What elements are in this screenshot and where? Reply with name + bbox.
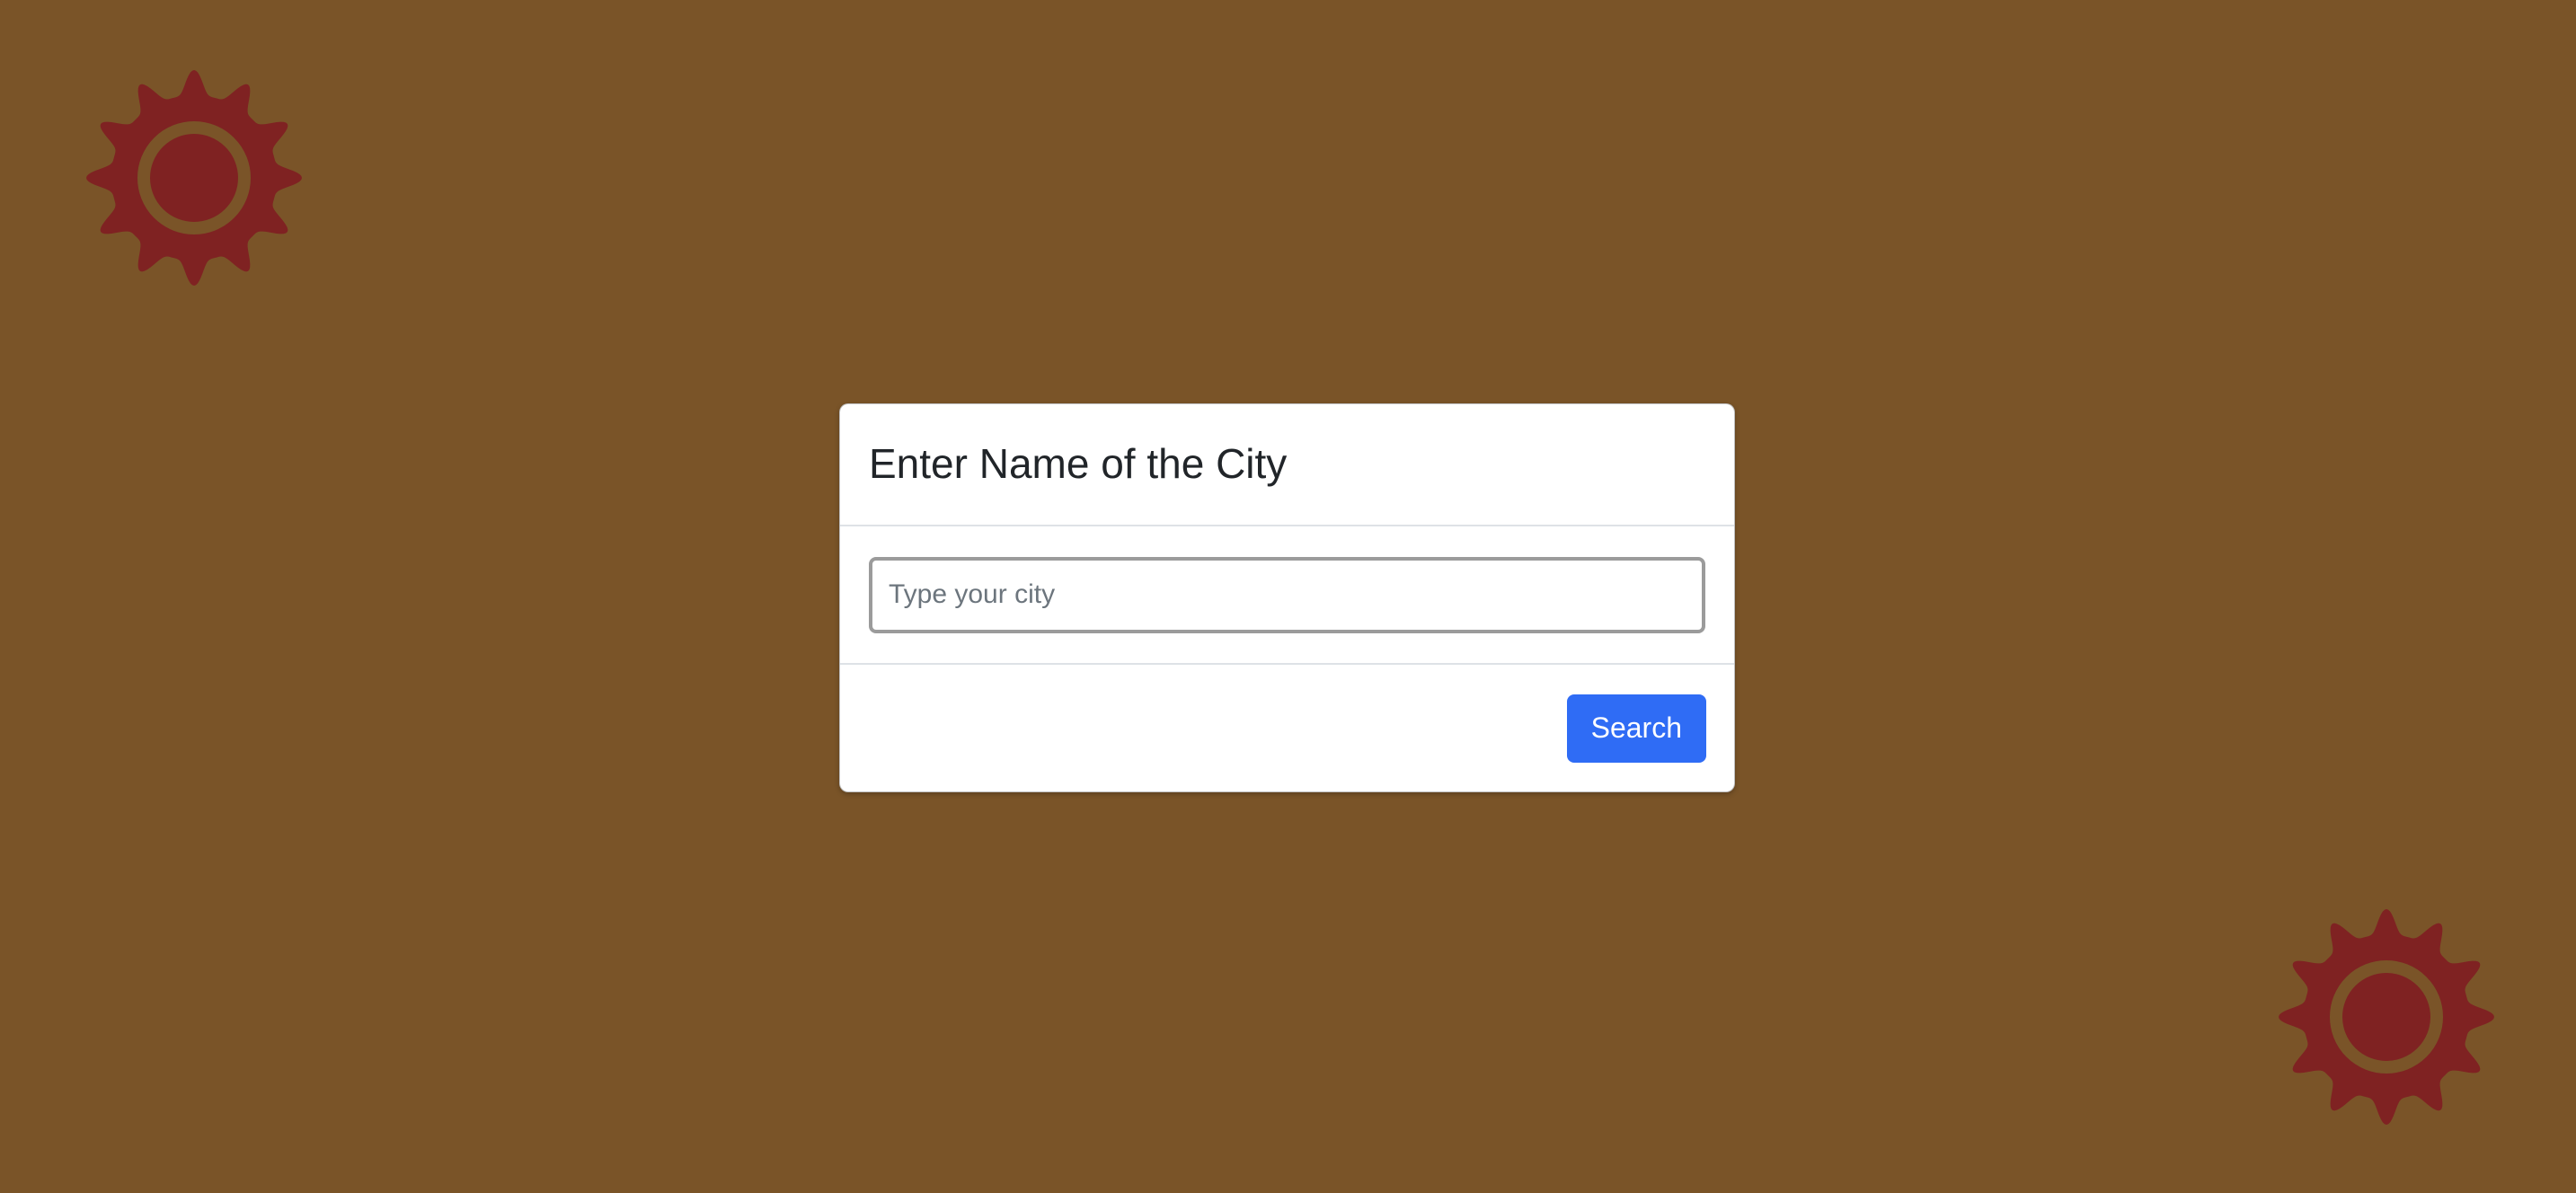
modal-title: Enter Name of the City bbox=[869, 440, 1288, 488]
city-input[interactable] bbox=[869, 556, 1705, 633]
modal-footer: Search bbox=[840, 665, 1734, 791]
modal-header: Enter Name of the City bbox=[840, 404, 1734, 526]
page-background: Enter Name of the City Search bbox=[0, 0, 2576, 1193]
search-button[interactable]: Search bbox=[1566, 694, 1706, 763]
city-search-modal: Enter Name of the City Search bbox=[839, 403, 1735, 792]
modal-body bbox=[840, 526, 1734, 665]
sun-icon bbox=[86, 70, 302, 286]
sun-icon bbox=[2279, 909, 2494, 1125]
